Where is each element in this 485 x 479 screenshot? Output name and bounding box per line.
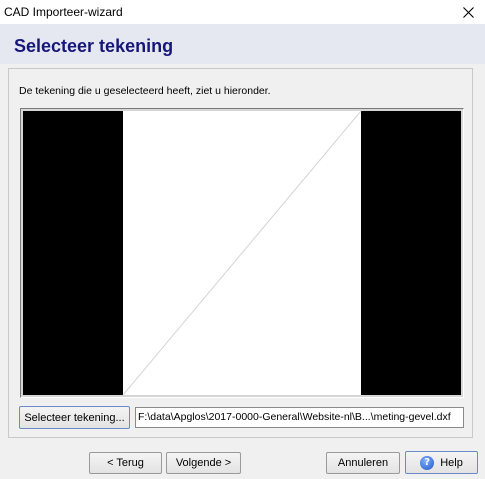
description-text: De tekening die u geselecteerd heeft, zi… <box>19 85 271 97</box>
file-path-field[interactable]: F:\data\Apglos\2017-0000-General\Website… <box>135 407 464 428</box>
close-button[interactable] <box>451 0 485 24</box>
cancel-button[interactable]: Annuleren <box>326 452 400 474</box>
window-title: CAD Importeer-wizard <box>4 5 123 19</box>
drawing-canvas <box>122 111 362 395</box>
help-button[interactable]: ? Help <box>405 451 478 474</box>
back-button[interactable]: < Terug <box>89 452 162 474</box>
wizard-header: Selecteer tekening <box>0 24 485 64</box>
help-button-label: Help <box>440 456 463 469</box>
wizard-window: CAD Importeer-wizard Selecteer tekening … <box>0 0 485 479</box>
close-icon <box>462 6 474 18</box>
next-button[interactable]: Volgende > <box>166 452 241 474</box>
title-bar: CAD Importeer-wizard <box>0 0 485 24</box>
help-icon: ? <box>420 455 435 470</box>
page-title: Selecteer tekening <box>14 36 174 56</box>
drawing-preview <box>23 111 461 395</box>
select-drawing-button[interactable]: Selecteer tekening... <box>19 406 130 429</box>
